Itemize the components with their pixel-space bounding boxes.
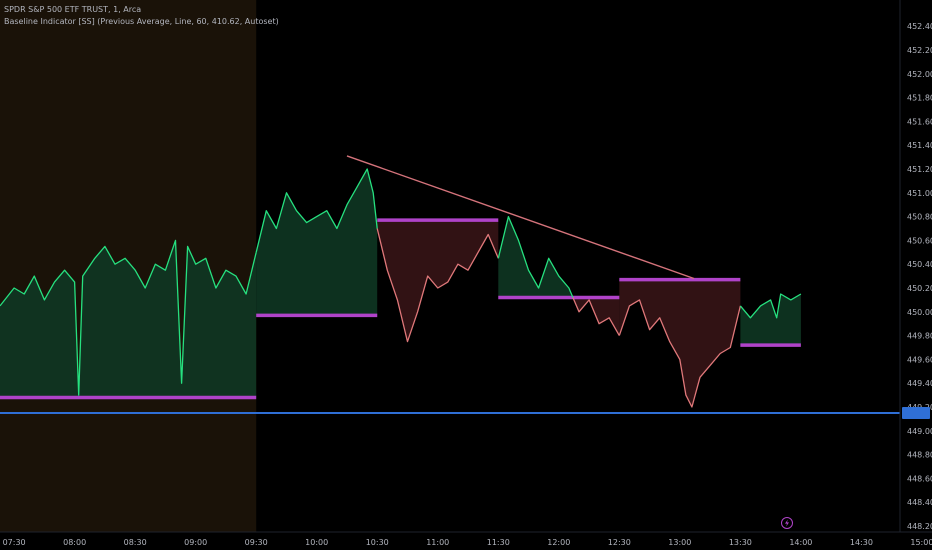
x-tick-label: 10:30 [366,538,389,547]
x-tick-label: 10:00 [305,538,328,547]
y-tick-label: 451.40 [907,141,932,150]
x-tick-label: 12:30 [608,538,631,547]
y-tick-label: 451.20 [907,165,932,174]
y-tick-label: 451.00 [907,189,932,198]
y-tick-label: 448.80 [907,451,932,460]
y-tick-label: 450.60 [907,236,932,245]
x-tick-label: 11:30 [487,538,510,547]
y-tick-label: 450.20 [907,284,932,293]
x-tick-label: 09:00 [184,538,207,547]
x-tick-label: 11:00 [426,538,449,547]
y-tick-label: 448.40 [907,498,932,507]
legend-symbol-line: SPDR S&P 500 ETF TRUST, 1, Arca [4,5,142,14]
x-tick-label: 13:00 [668,538,691,547]
horizontal-line-price-tag [902,406,930,419]
horizontal-line-tag-bg [902,406,930,419]
y-tick-label: 451.60 [907,117,932,126]
x-tick-label: 14:00 [789,538,812,547]
y-tick-label: 452.20 [907,46,932,55]
y-tick-label: 450.00 [907,308,932,317]
y-tick-label: 449.80 [907,332,932,341]
x-tick-label: 15:00 [910,538,932,547]
x-tick-label: 12:00 [547,538,570,547]
y-tick-label: 450.80 [907,213,932,222]
y-tick-label: 450.40 [907,260,932,269]
y-tick-label: 449.40 [907,379,932,388]
y-tick-label: 451.80 [907,94,932,103]
x-tick-label: 09:30 [245,538,268,547]
x-tick-label: 13:30 [729,538,752,547]
y-tick-label: 452.00 [907,70,932,79]
x-tick-label: 08:00 [63,538,86,547]
y-tick-label: 452.40 [907,22,932,31]
chart-legend: SPDR S&P 500 ETF TRUST, 1, Arca Baseline… [4,4,279,28]
legend-indicator-line: Baseline Indicator [SS] (Previous Averag… [4,17,279,26]
y-tick-label: 449.60 [907,355,932,364]
x-tick-label: 14:30 [850,538,873,547]
y-tick-label: 448.20 [907,522,932,531]
y-tick-label: 449.00 [907,427,932,436]
x-tick-label: 07:30 [3,538,26,547]
y-tick-label: 448.60 [907,474,932,483]
x-tick-label: 08:30 [124,538,147,547]
chart-canvas[interactable]: 452.40 452.20 452.00 451.80 451.60 451.40 451.… [0,0,932,550]
